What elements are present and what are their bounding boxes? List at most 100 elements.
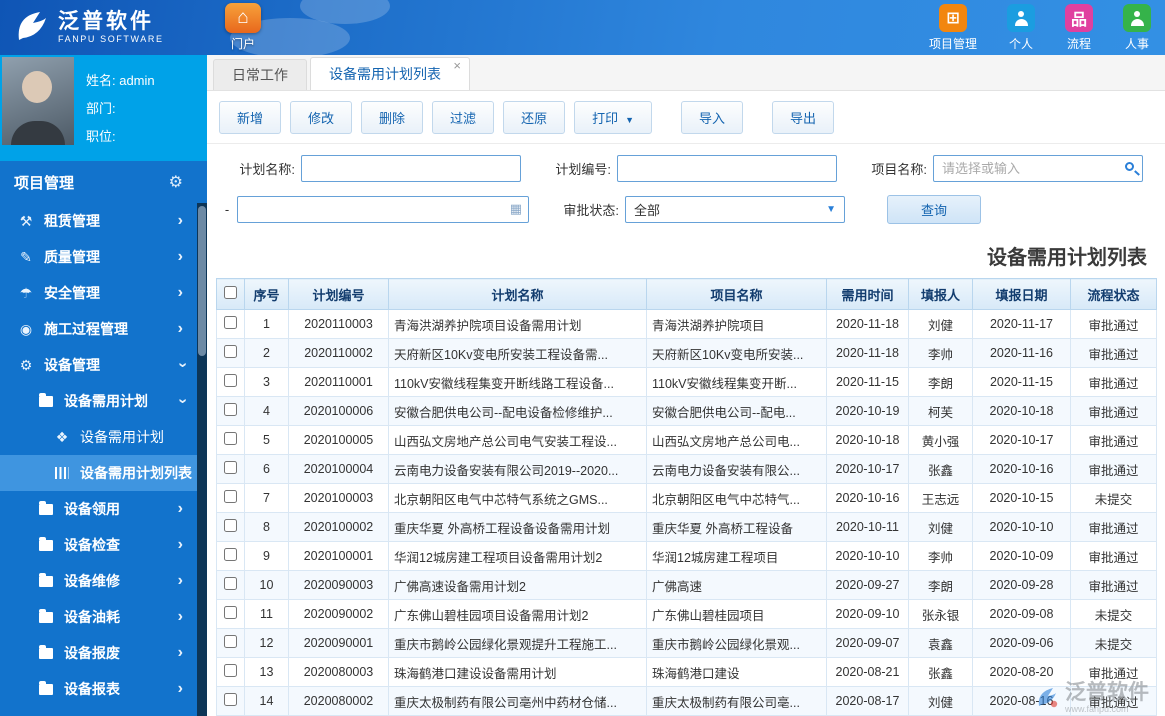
plan-code-link[interactable]: 2020100005 [288, 425, 389, 455]
plan-name-link[interactable]: 安徽合肥供电公司--配电设备检修维护... [388, 396, 647, 426]
plan-name-link[interactable]: 山西弘文房地产总公司电气安装工程设... [388, 425, 647, 455]
plan-code-link[interactable]: 2020090001 [288, 628, 389, 658]
header-nav-item[interactable]: ⊞ 项目管理 [929, 4, 977, 52]
table-row[interactable]: 7 2020100003 北京朝阳区电气中芯特气系统之GMS... 北京朝阳区电气中芯… [216, 483, 1157, 513]
sidebar-item[interactable]: 设备报废 › [0, 635, 197, 671]
row-checkbox[interactable] [224, 461, 237, 474]
reporter-link[interactable]: 李帅 [908, 541, 973, 571]
plan-code-link[interactable]: 2020100003 [288, 483, 389, 513]
table-row[interactable]: 5 2020100005 山西弘文房地产总公司电气安装工程设... 山西弘文房地产总公… [216, 425, 1157, 455]
reporter-link[interactable]: 李朗 [908, 367, 973, 397]
sidebar-section-header[interactable]: 项目管理 ⚙ [0, 161, 207, 203]
table-row[interactable]: 8 2020100002 重庆华夏 外高桥工程设备设备需用计划 重庆华夏 外高桥工程设… [216, 512, 1157, 542]
plan-name-input[interactable] [301, 155, 521, 182]
calendar-icon[interactable]: ▦ [510, 201, 522, 217]
restore-button[interactable]: 还原 [503, 101, 566, 134]
date-input[interactable] [237, 196, 529, 223]
import-button[interactable]: 导入 [681, 101, 744, 134]
row-checkbox[interactable] [224, 490, 237, 503]
delete-button[interactable]: 删除 [361, 101, 424, 134]
plan-code-link[interactable]: 2020080002 [288, 686, 389, 716]
plan-code-link[interactable]: 2020090003 [288, 570, 389, 600]
plan-name-link[interactable]: 北京朝阳区电气中芯特气系统之GMS... [388, 483, 647, 513]
plan-name-link[interactable]: 天府新区10Kv变电所安装工程设备需... [388, 338, 647, 368]
sidebar-item[interactable]: ⚙ 设备管理 › [0, 347, 197, 383]
sidebar-item[interactable]: 设备维修 › [0, 563, 197, 599]
sidebar-item[interactable]: ⚒ 租赁管理 › [0, 203, 197, 239]
plan-code-link[interactable]: 2020090002 [288, 599, 389, 629]
project-name-link[interactable]: 重庆华夏 外高桥工程设备 [646, 512, 827, 542]
query-button[interactable]: 查询 [887, 195, 981, 224]
plan-name-link[interactable]: 华润12城房建工程项目设备需用计划2 [388, 541, 647, 571]
sidebar-item[interactable]: ◉ 施工过程管理 › [0, 311, 197, 347]
row-checkbox[interactable] [224, 374, 237, 387]
row-checkbox[interactable] [224, 664, 237, 677]
plan-name-link[interactable]: 重庆华夏 外高桥工程设备设备需用计划 [388, 512, 647, 542]
sidebar-item[interactable]: 设备报表 › [0, 671, 197, 707]
plan-code-link[interactable]: 2020100002 [288, 512, 389, 542]
project-name-link[interactable]: 珠海鹤港口建设 [646, 657, 827, 687]
sidebar-item[interactable]: ❖ 设备需用计划 [0, 419, 197, 455]
plan-code-link[interactable]: 2020110001 [288, 367, 389, 397]
project-name-input[interactable] [933, 155, 1143, 182]
reporter-link[interactable]: 刘健 [908, 512, 973, 542]
table-row[interactable]: 2 2020110002 天府新区10Kv变电所安装工程设备需... 天府新区10Kv… [216, 338, 1157, 368]
tab-item[interactable]: 日常工作 [213, 59, 307, 90]
project-name-link[interactable]: 安徽合肥供电公司--配电... [646, 396, 827, 426]
project-name-link[interactable]: 天府新区10Kv变电所安装... [646, 338, 827, 368]
reporter-link[interactable]: 张鑫 [908, 454, 973, 484]
header-nav-item[interactable]: 个人 [1007, 4, 1035, 52]
project-name-link[interactable]: 重庆市鹅岭公园绿化景观... [646, 628, 827, 658]
tab-active[interactable]: 设备需用计划列表 × [310, 57, 470, 90]
plan-name-link[interactable]: 青海洪湖养护院项目设备需用计划 [388, 309, 647, 339]
row-checkbox[interactable] [224, 548, 237, 561]
table-row[interactable]: 4 2020100006 安徽合肥供电公司--配电设备检修维护... 安徽合肥供电公司… [216, 396, 1157, 426]
select-all-checkbox[interactable] [224, 286, 237, 299]
project-name-link[interactable]: 110kV安徽线程集变开断... [646, 367, 827, 397]
row-checkbox[interactable] [224, 635, 237, 648]
plan-name-link[interactable]: 云南电力设备安装有限公司2019--2020... [388, 454, 647, 484]
plan-code-link[interactable]: 2020110002 [288, 338, 389, 368]
portal-button[interactable]: ⌂ 门户 [218, 3, 268, 52]
project-name-link[interactable]: 重庆太极制药有限公司亳... [646, 686, 827, 716]
row-checkbox[interactable] [224, 316, 237, 329]
table-row[interactable]: 11 2020090002 广东佛山碧桂园项目设备需用计划2 广东佛山碧桂园项目 202… [216, 599, 1157, 629]
project-name-link[interactable]: 青海洪湖养护院项目 [646, 309, 827, 339]
export-button[interactable]: 导出 [772, 101, 835, 134]
row-checkbox[interactable] [224, 432, 237, 445]
plan-name-link[interactable]: 110kV安徽线程集变开断线路工程设备... [388, 367, 647, 397]
plan-code-link[interactable]: 2020100001 [288, 541, 389, 571]
reporter-link[interactable]: 刘健 [908, 686, 973, 716]
plan-name-link[interactable]: 重庆太极制药有限公司亳州中药材仓储... [388, 686, 647, 716]
table-row[interactable]: 13 2020080003 珠海鹤港口建设设备需用计划 珠海鹤港口建设 2020-08-… [216, 657, 1157, 687]
add-button[interactable]: 新增 [219, 101, 282, 134]
row-checkbox[interactable] [224, 577, 237, 590]
sidebar-item[interactable]: ✎ 质量管理 › [0, 239, 197, 275]
project-name-link[interactable]: 华润12城房建工程项目 [646, 541, 827, 571]
row-checkbox[interactable] [224, 519, 237, 532]
reporter-link[interactable]: 袁鑫 [908, 628, 973, 658]
project-name-link[interactable]: 北京朝阳区电气中芯特气... [646, 483, 827, 513]
edit-button[interactable]: 修改 [290, 101, 353, 134]
sidebar-item[interactable]: 设备需用计划 › [0, 383, 197, 419]
table-row[interactable]: 6 2020100004 云南电力设备安装有限公司2019--2020... 云南电力… [216, 454, 1157, 484]
table-row[interactable]: 12 2020090001 重庆市鹅岭公园绿化景观提升工程施工... 重庆市鹅岭公园绿… [216, 628, 1157, 658]
project-name-link[interactable]: 广佛高速 [646, 570, 827, 600]
sidebar-scrollbar[interactable] [197, 203, 207, 716]
reporter-link[interactable]: 王志远 [908, 483, 973, 513]
plan-name-link[interactable]: 珠海鹤港口建设设备需用计划 [388, 657, 647, 687]
reporter-link[interactable]: 张永银 [908, 599, 973, 629]
table-row[interactable]: 1 2020110003 青海洪湖养护院项目设备需用计划 青海洪湖养护院项目 2020-… [216, 309, 1157, 339]
table-row[interactable]: 9 2020100001 华润12城房建工程项目设备需用计划2 华润12城房建工程项目… [216, 541, 1157, 571]
scrollbar-thumb[interactable] [198, 206, 206, 356]
row-checkbox[interactable] [224, 345, 237, 358]
search-icon[interactable] [1125, 162, 1134, 171]
plan-code-link[interactable]: 2020080003 [288, 657, 389, 687]
sidebar-item[interactable]: 设备需用计划列表 [0, 455, 197, 491]
row-checkbox[interactable] [224, 693, 237, 706]
reporter-link[interactable]: 黄小强 [908, 425, 973, 455]
table-row[interactable]: 10 2020090003 广佛高速设备需用计划2 广佛高速 2020-09-27 李朗 2… [216, 570, 1157, 600]
reporter-link[interactable]: 李帅 [908, 338, 973, 368]
row-checkbox[interactable] [224, 403, 237, 416]
table-row[interactable]: 14 2020080002 重庆太极制药有限公司亳州中药材仓储... 重庆太极制药有限… [216, 686, 1157, 716]
